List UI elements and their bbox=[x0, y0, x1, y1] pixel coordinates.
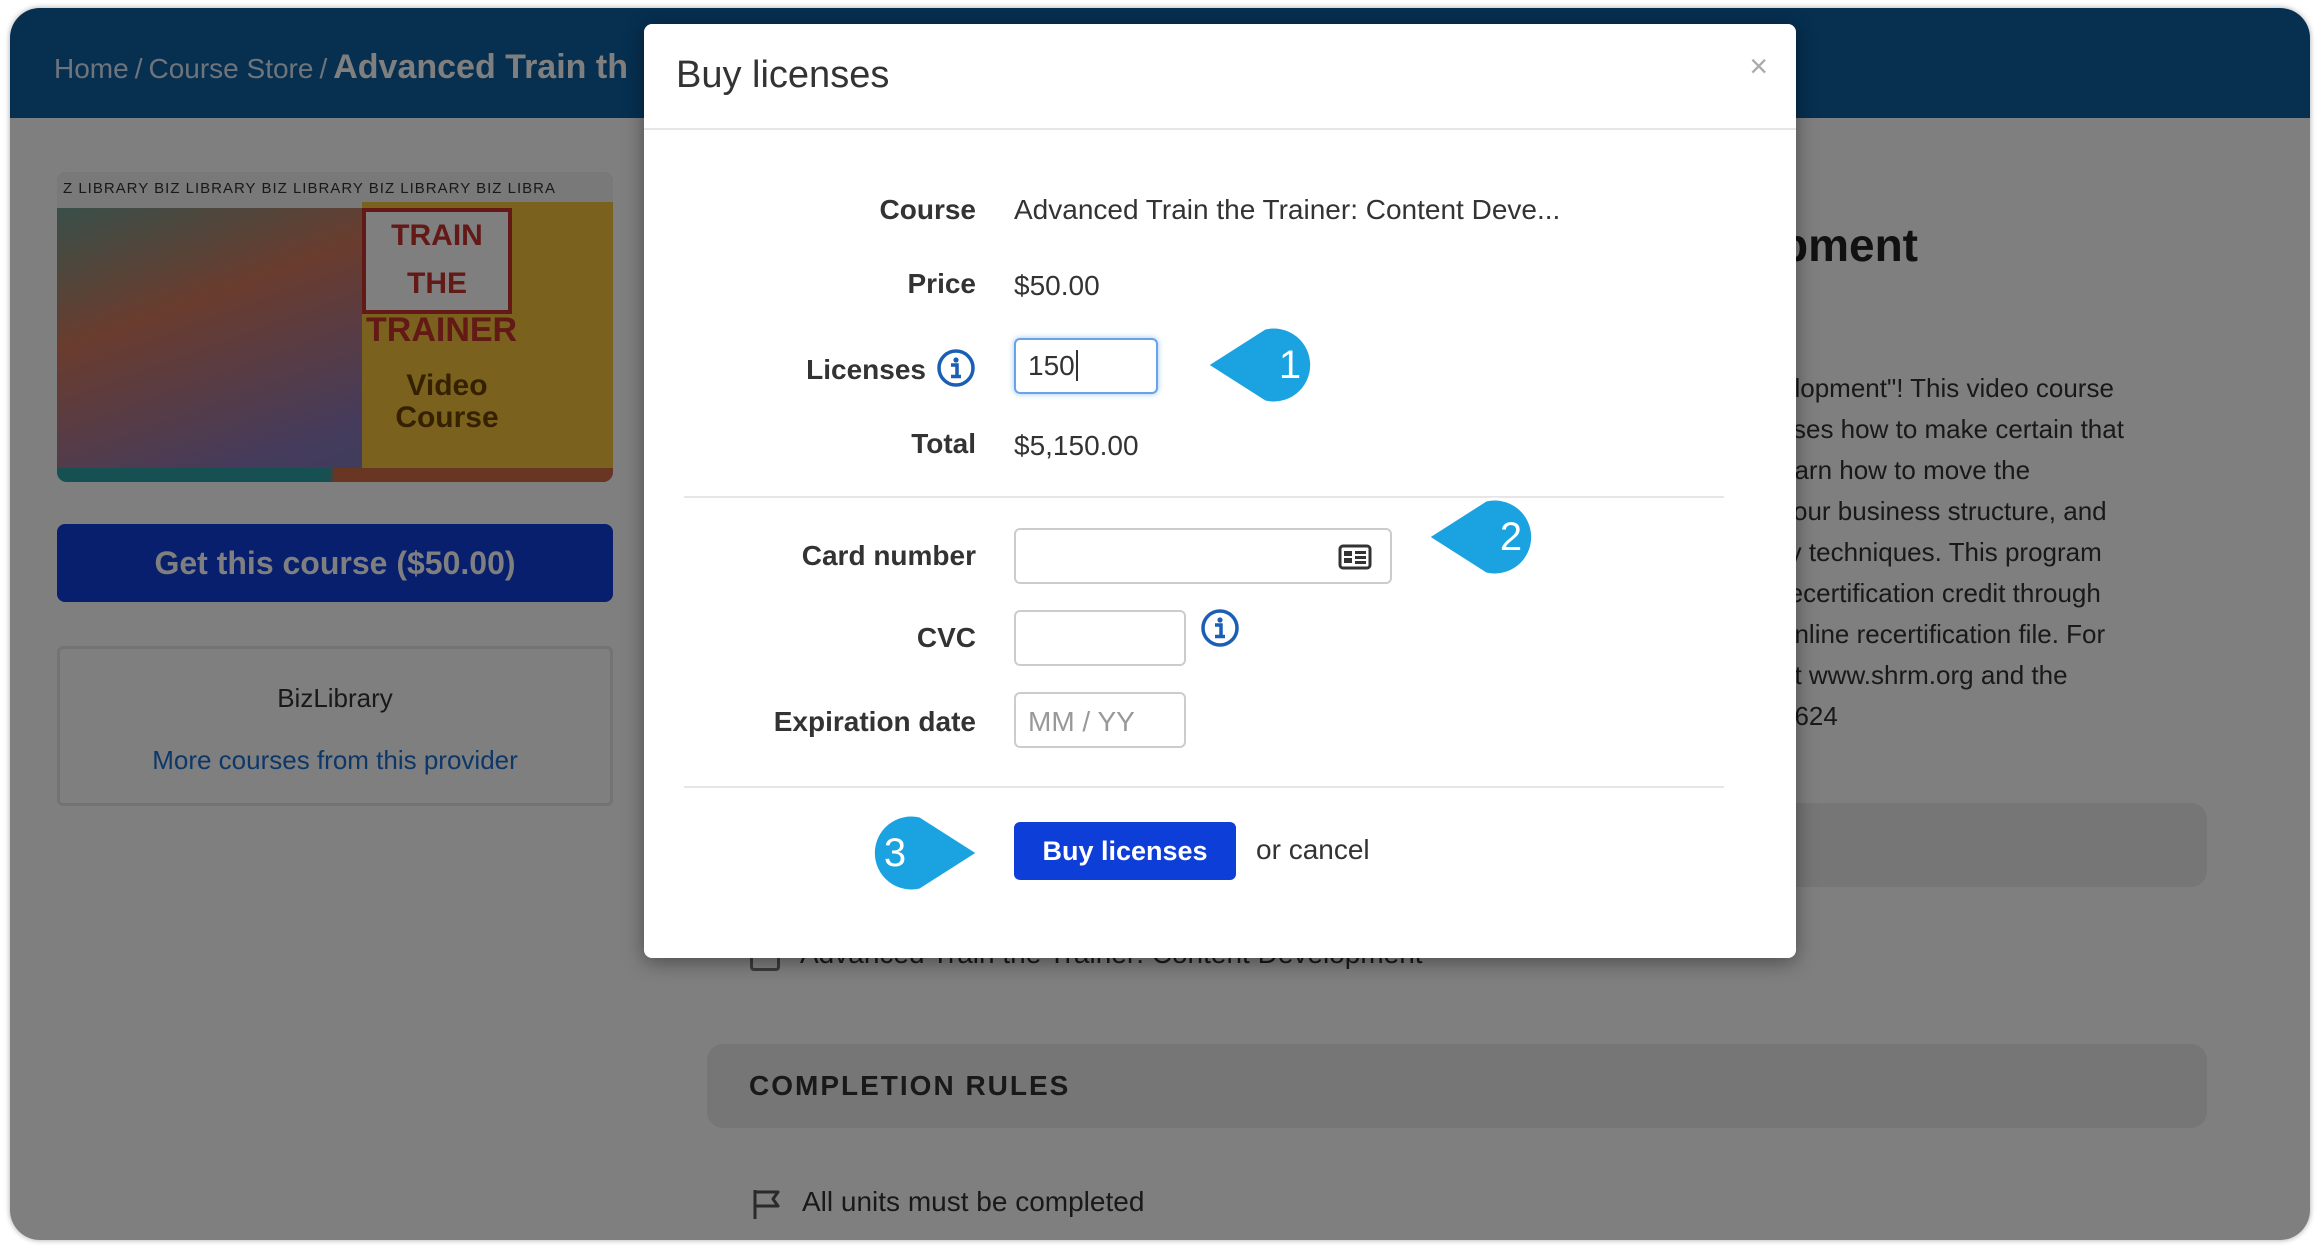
cancel-link[interactable]: cancel bbox=[1289, 834, 1370, 865]
callout-number: 2 bbox=[1500, 515, 1522, 559]
expiration-input[interactable]: MM / YY bbox=[1014, 692, 1186, 748]
cvc-label: CVC bbox=[916, 622, 976, 653]
licenses-label: Licenses bbox=[806, 354, 926, 385]
info-icon[interactable] bbox=[1200, 608, 1240, 648]
cancel-link-group: or cancel bbox=[1256, 834, 1370, 866]
card-number-label: Card number bbox=[801, 540, 976, 571]
callout-3: 3 bbox=[871, 813, 980, 893]
callout-2: 2 bbox=[1426, 497, 1535, 577]
callout-1: 1 bbox=[1205, 325, 1314, 405]
buy-licenses-modal: Buy licenses × Course Advanced Train the… bbox=[644, 24, 1796, 958]
expiration-placeholder: MM / YY bbox=[1028, 706, 1135, 737]
licenses-input[interactable]: 150 bbox=[1014, 338, 1158, 394]
divider bbox=[684, 786, 1724, 788]
course-value: Advanced Train the Trainer: Content Deve… bbox=[1014, 194, 1561, 225]
card-icon bbox=[1338, 544, 1372, 570]
divider bbox=[684, 496, 1724, 498]
expiration-label: Expiration date bbox=[773, 706, 976, 737]
buy-licenses-button[interactable]: Buy licenses bbox=[1014, 822, 1236, 880]
or-text: or bbox=[1256, 834, 1281, 865]
cvc-input[interactable] bbox=[1014, 610, 1186, 666]
price-label: Price bbox=[907, 268, 977, 299]
card-number-input[interactable] bbox=[1014, 528, 1392, 584]
total-value: $5,150.00 bbox=[1014, 430, 1139, 461]
callout-number: 3 bbox=[884, 831, 906, 875]
close-icon[interactable]: × bbox=[1749, 48, 1768, 85]
modal-title: Buy licenses bbox=[676, 54, 890, 96]
licenses-input-value: 150 bbox=[1028, 350, 1075, 381]
callout-number: 1 bbox=[1279, 343, 1301, 387]
total-label: Total bbox=[911, 428, 976, 459]
modal-header: Buy licenses × bbox=[644, 24, 1796, 130]
course-label: Course bbox=[879, 194, 976, 225]
app-window: Home/Course Store/Advanced Train th Z LI… bbox=[10, 8, 2310, 1240]
info-icon[interactable] bbox=[936, 348, 976, 388]
price-value: $50.00 bbox=[1014, 270, 1100, 301]
